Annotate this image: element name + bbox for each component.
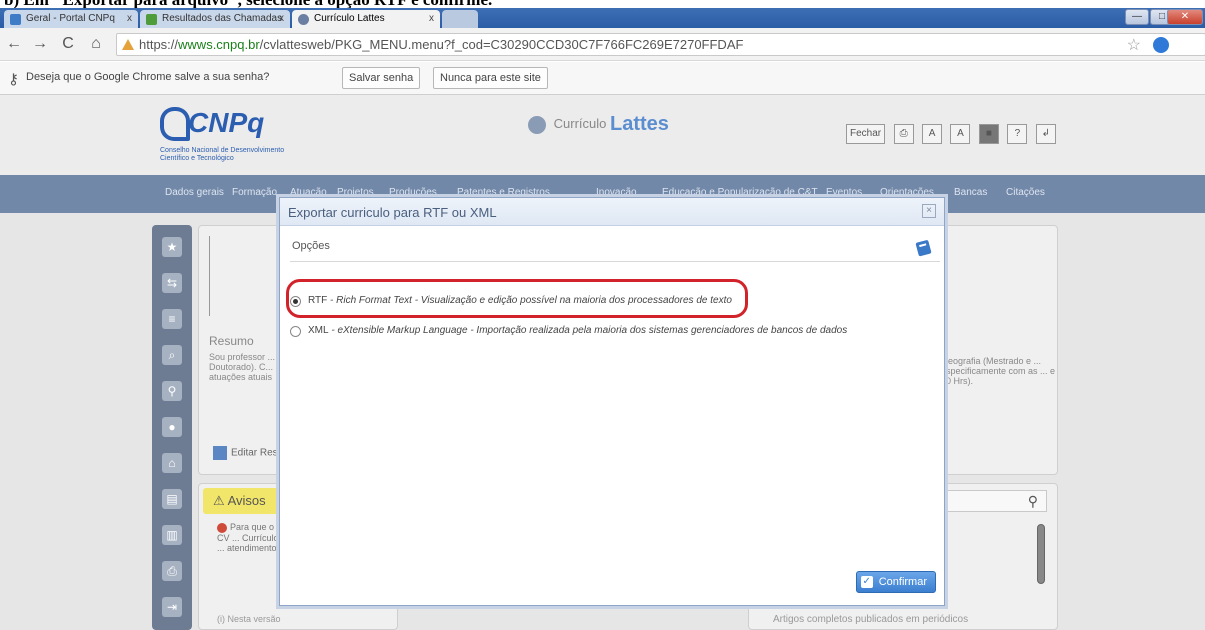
document-heading: b) Em "Exportar para arquivo", selecione…	[0, 0, 1205, 8]
pencil-icon	[213, 446, 227, 460]
font-increase-icon[interactable]: A	[950, 124, 971, 144]
lattes-prefix: Currículo	[553, 115, 607, 131]
star-icon[interactable]: ★	[162, 237, 182, 257]
xml-option-label: XML - eXtensible Markup Language - Impor…	[308, 325, 847, 336]
infobar-message: Deseja que o Google Chrome salve a sua s…	[26, 71, 270, 83]
nav-formacao[interactable]: Formação	[232, 187, 277, 198]
check-icon: ✓	[860, 576, 873, 588]
search-list-icon[interactable]: ⌕	[162, 345, 182, 365]
confirm-label: Confirmar	[878, 576, 927, 588]
lattes-name: Lattes	[610, 113, 669, 135]
zoom-icon[interactable]: ⚲	[162, 381, 182, 401]
dialog-close-icon[interactable]: ×	[922, 204, 936, 218]
cnpq-favicon-icon	[10, 14, 21, 25]
help-book-icon[interactable]	[914, 238, 934, 258]
tab-curriculo-lattes[interactable]: Currículo Lattes x	[292, 10, 440, 28]
new-tab-button[interactable]	[442, 10, 478, 28]
printer-icon[interactable]: ⎙	[162, 561, 182, 581]
panel-scrollbar[interactable]	[1037, 524, 1045, 584]
page-header: CNPq Conselho Nacional de Desenvolviment…	[0, 95, 1205, 175]
avisos-title: Avisos	[227, 493, 266, 508]
results-favicon-icon	[146, 14, 157, 25]
export-icon[interactable]: ⇥	[162, 597, 182, 617]
cnpq-mark-icon	[160, 107, 190, 141]
url-host: wwws.cnpq.br	[178, 37, 260, 52]
bulb-icon[interactable]: ●	[162, 417, 182, 437]
print-icon[interactable]: ⎙	[893, 124, 914, 144]
xml-code: XML	[308, 325, 329, 336]
extension-icon[interactable]	[1153, 37, 1169, 53]
profile-photo-area	[209, 236, 279, 316]
browser-toolbar: ← → C ⌂ https://wwws.cnpq.br/cvlattesweb…	[0, 28, 1205, 61]
tab-label: Geral - Portal CNPq	[26, 13, 115, 24]
bookmark-star-icon[interactable]: ☆	[1127, 35, 1141, 55]
aviso-footer: (i) Nesta versão	[217, 614, 281, 624]
cnpq-logo[interactable]: CNPq Conselho Nacional de Desenvolviment…	[160, 107, 300, 167]
back-arrow-icon[interactable]: ←	[4, 34, 24, 54]
reload-icon[interactable]: C	[58, 34, 78, 54]
tab-portal-cnpq[interactable]: Geral - Portal CNPq x	[4, 10, 138, 28]
never-save-button[interactable]: Nunca para este site	[433, 67, 548, 89]
address-bar[interactable]: https://wwws.cnpq.br/cvlattesweb/PKG_MEN…	[116, 33, 1205, 56]
forward-arrow-icon[interactable]: →	[30, 34, 50, 54]
url-path: /cvlattesweb/PKG_MENU.menu?f_cod=C30290C…	[259, 37, 744, 52]
tab-label: Currículo Lattes	[314, 13, 385, 24]
tab-close-icon[interactable]: x	[127, 10, 132, 28]
confirm-button[interactable]: ✓ Confirmar	[855, 571, 936, 593]
minimize-button[interactable]: —	[1125, 9, 1149, 25]
tab-label: Resultados das Chamadas	[162, 13, 283, 24]
window-close-button[interactable]: ✕	[1167, 9, 1203, 25]
option-xml[interactable]: XML - eXtensible Markup Language - Impor…	[290, 324, 930, 342]
text-icon[interactable]: ≡	[162, 309, 182, 329]
help-icon[interactable]: ?	[1007, 124, 1028, 144]
cnpq-wordmark: CNPq	[188, 107, 265, 138]
url-scheme: https://	[139, 37, 179, 52]
lattes-globe-icon	[528, 115, 546, 134]
xml-description: - eXtensible Markup Language - Importaçã…	[328, 325, 848, 336]
screenshot-root: b) Em "Exportar para arquivo", selecione…	[0, 0, 1205, 630]
font-decrease-icon[interactable]: A	[922, 124, 943, 144]
home-icon[interactable]: ⌂	[86, 34, 106, 54]
nav-citacoes[interactable]: Citações	[1006, 187, 1045, 198]
resumo-text: Sou professor ... Doutorado). C... atuaç…	[209, 352, 276, 382]
left-toolbar: ★ ⇆ ≡ ⌕ ⚲ ● ⌂ ▤ ▥ ⎙ ⇥	[152, 225, 192, 630]
export-dialog: Exportar curriculo para RTF ou XML × Opç…	[279, 197, 945, 606]
resumo-text-right: Geografia (Mestrado e ... especificament…	[941, 356, 1056, 386]
tab-close-icon[interactable]: x	[429, 10, 434, 28]
nav-dados-gerais[interactable]: Dados gerais	[165, 187, 224, 198]
save-password-button[interactable]: Salvar senha	[342, 67, 421, 89]
curriculo-lattes-logo: Currículo Lattes	[528, 113, 669, 136]
artigos-link[interactable]: Artigos completos publicados em periódic…	[773, 614, 968, 625]
xml-radio[interactable]	[290, 326, 301, 337]
browser-tabstrip: Geral - Portal CNPq x Resultados das Cha…	[0, 8, 1205, 28]
institution-icon[interactable]: ⌂	[162, 453, 182, 473]
dialog-titlebar: Exportar curriculo para RTF ou XML ×	[280, 198, 944, 226]
aviso-item: Para que o CV ... Currículo ... atendime…	[217, 522, 287, 553]
cnpq-subtitle: Conselho Nacional de Desenvolvimento Cie…	[160, 147, 285, 162]
alert-icon	[217, 522, 227, 533]
key-icon: ⚷	[8, 71, 19, 88]
tab-resultados[interactable]: Resultados das Chamadas x	[140, 10, 290, 28]
nav-bancas[interactable]: Bancas	[954, 187, 987, 198]
resumo-title: Resumo	[209, 334, 254, 348]
rtf-highlight-annotation	[286, 279, 748, 318]
site-info-icon[interactable]	[121, 38, 135, 52]
save-password-infobar: ⚷ Deseja que o Google Chrome salve a sua…	[0, 62, 1205, 95]
url-text: https://wwws.cnpq.br/cvlattesweb/PKG_MEN…	[139, 34, 743, 55]
header-tools: Fechar ⎙ A A ■ ? ↲	[846, 123, 1060, 145]
close-cv-button[interactable]: Fechar	[846, 124, 886, 144]
options-section-header: Opções	[290, 238, 940, 262]
document-icon[interactable]: ▤	[162, 489, 182, 509]
search-icon[interactable]: ⚲	[1028, 493, 1038, 510]
lattes-favicon-icon	[298, 14, 309, 25]
dialog-title: Exportar curriculo para RTF ou XML	[288, 205, 497, 220]
options-label: Opções	[292, 240, 330, 252]
file-icon[interactable]: ▥	[162, 525, 182, 545]
contrast-icon[interactable]: ■	[978, 124, 999, 144]
exit-icon[interactable]: ↲	[1035, 124, 1056, 144]
arrows-icon[interactable]: ⇆	[162, 273, 182, 293]
tab-close-icon[interactable]: x	[279, 10, 284, 28]
